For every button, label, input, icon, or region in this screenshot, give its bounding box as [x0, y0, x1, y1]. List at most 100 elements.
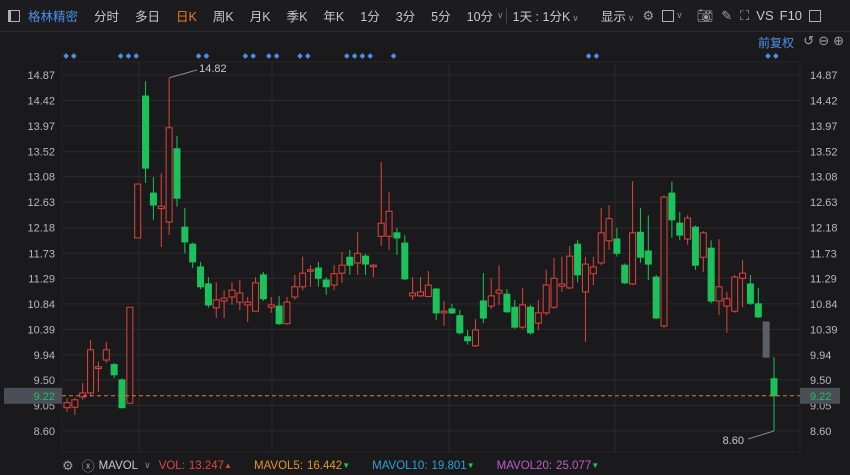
- price-tick-right: 9.94: [810, 350, 831, 362]
- price-tick-right: 8.60: [810, 426, 831, 438]
- candle-body: [102, 349, 110, 361]
- event-marker-icon: [390, 53, 397, 59]
- candle-body: [307, 269, 315, 272]
- event-marker-icon: [70, 53, 77, 59]
- event-marker-icon: [297, 53, 303, 59]
- candle-body: [511, 306, 519, 328]
- candle-body: [715, 286, 723, 302]
- price-tick-right: 11.73: [810, 248, 837, 260]
- candle-body: [636, 231, 644, 258]
- price-tick-right: 10.39: [810, 324, 838, 336]
- candle-body: [338, 264, 346, 274]
- candle-body: [707, 247, 715, 302]
- candle-body: [542, 284, 550, 314]
- down-arrow-icon: ▼: [466, 461, 475, 470]
- candle-body: [197, 266, 205, 288]
- candle-body: [244, 301, 252, 306]
- event-marker-icon: [117, 53, 124, 59]
- low-price-label: 8.60: [723, 435, 744, 447]
- candle-body: [377, 222, 385, 237]
- candle-body: [487, 295, 495, 307]
- candle-body: [723, 298, 731, 307]
- candle-body: [71, 399, 79, 408]
- price-tick-right: 14.42: [810, 96, 838, 108]
- event-marker-icon: [359, 53, 366, 59]
- candle-body: [746, 283, 754, 304]
- mavol10-label: MAVOL10:: [372, 459, 428, 472]
- candle-body: [519, 304, 527, 328]
- mavol5-value: 16.442: [307, 459, 343, 472]
- candle-body: [762, 321, 770, 358]
- price-tick-left: 10.39: [27, 324, 55, 336]
- candle-body: [534, 312, 542, 324]
- candle-body: [369, 264, 377, 268]
- candle-body: [699, 232, 707, 258]
- candle-body: [252, 282, 260, 312]
- candle-body: [558, 283, 566, 287]
- candle-body: [212, 299, 220, 309]
- candle-body: [691, 226, 699, 266]
- candle-body: [613, 238, 621, 254]
- candlestick-chart[interactable]: 14.87 14.87 14.42 14.42 13.97 13.97 13.52 13.52…: [0, 0, 850, 458]
- chevron-down-icon[interactable]: ∨: [144, 460, 151, 471]
- event-marker-icon: [304, 53, 311, 59]
- candle-body: [456, 315, 464, 334]
- candle-body: [275, 305, 283, 325]
- candle-body: [79, 392, 87, 398]
- price-tick-right: 13.52: [810, 147, 838, 159]
- event-marker-icon: [585, 53, 592, 59]
- high-label-leader: [168, 69, 198, 79]
- event-marker-icon: [265, 53, 272, 59]
- candle-body: [330, 273, 338, 286]
- event-marker-icon: [63, 53, 69, 59]
- indicator-name[interactable]: MAVOL: [99, 460, 138, 472]
- candle-body: [668, 192, 676, 221]
- candle-body: [126, 306, 134, 404]
- candle-body: [322, 279, 330, 288]
- price-tick-left: 10.84: [27, 299, 55, 311]
- current-price-left: 9.22: [34, 391, 55, 403]
- candle-body: [204, 283, 212, 306]
- price-tick-left: 8.60: [34, 426, 55, 438]
- price-tick-left: 14.42: [27, 96, 55, 108]
- event-marker-icon: [765, 53, 771, 59]
- event-marker-icon: [772, 53, 779, 59]
- mavol20-value: 25.077: [556, 459, 592, 472]
- candle-body: [393, 232, 401, 239]
- event-marker-icon: [133, 53, 140, 59]
- candle-body: [346, 256, 354, 266]
- candle-body: [471, 329, 479, 347]
- price-tick-left: 12.63: [27, 197, 55, 209]
- candle-body: [660, 196, 668, 327]
- candle-body: [479, 300, 487, 319]
- high-price-label: 14.82: [199, 63, 227, 75]
- close-circle-icon[interactable]: ⓧ: [82, 456, 95, 475]
- indicator-bar: ⚙ ⓧ MAVOL ∨ VOL: 13.247 ▲ MAVOL5: 16.442…: [0, 456, 850, 475]
- event-marker-icon: [195, 53, 202, 59]
- candle-body: [228, 289, 236, 298]
- price-tick-right: 11.29: [810, 273, 837, 285]
- candle-body: [283, 301, 291, 325]
- event-marker-icon: [250, 53, 257, 59]
- candle-body: [526, 306, 534, 334]
- low-label-leader: [747, 430, 775, 440]
- candle-body: [236, 292, 244, 303]
- candle-body: [299, 272, 307, 288]
- candle-body: [652, 276, 660, 319]
- price-tick-right: 10.84: [810, 299, 838, 311]
- price-tick-left: 9.94: [34, 350, 55, 362]
- price-tick-right: 12.18: [810, 223, 838, 235]
- candle-body: [448, 308, 456, 314]
- candle-body: [495, 289, 503, 294]
- candle-body: [770, 378, 778, 397]
- candle-body: [424, 284, 432, 297]
- event-marker-icon: [351, 53, 358, 59]
- candle-body: [417, 291, 424, 297]
- candle-body: [354, 252, 362, 264]
- mavol10-value: 19.801: [431, 459, 467, 472]
- settings-icon[interactable]: ⚙: [62, 458, 74, 474]
- price-tick-left: 14.87: [27, 70, 55, 82]
- candle-body: [110, 364, 118, 376]
- candle-body: [314, 267, 322, 279]
- down-arrow-icon: ▼: [342, 461, 351, 470]
